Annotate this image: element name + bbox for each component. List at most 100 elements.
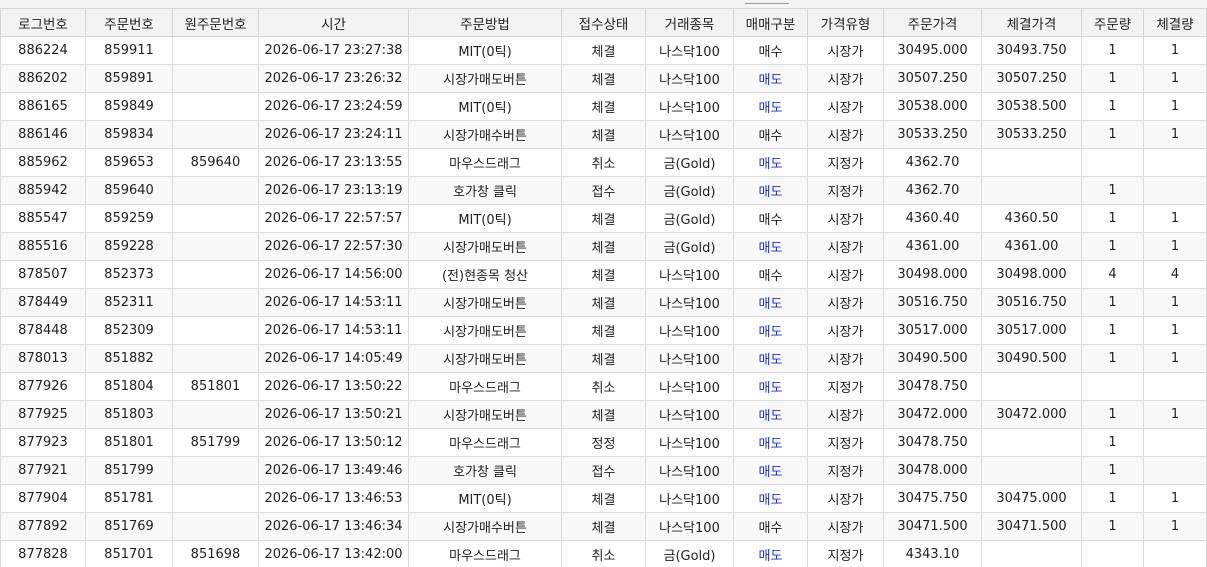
cell-fill-price: 30472.000 xyxy=(981,400,1082,429)
cell-time: 2026-06-17 14:56:00 xyxy=(258,260,409,289)
cell-fill-price xyxy=(981,456,1082,485)
col-header-original-order-no[interactable]: 원주문번호 xyxy=(172,8,259,37)
cell-original-order-no xyxy=(172,512,259,541)
cell-order-qty: 1 xyxy=(1081,92,1144,121)
table-row[interactable]: 877892 851769 2026-06-17 13:46:34 시장가매수버튼 체결… xyxy=(0,512,1207,541)
cell-log-no: 877923 xyxy=(0,428,86,457)
cell-fill-price: 30507.250 xyxy=(981,64,1082,93)
cell-order-no: 851803 xyxy=(85,400,173,429)
col-header-order-qty[interactable]: 주문량 xyxy=(1081,8,1144,37)
splitter-handle[interactable] xyxy=(745,0,789,4)
order-log-grid: 로그번호 주문번호 원주문번호 시간 주문방법 접수상태 거래종목 매매구분 가… xyxy=(0,8,1207,567)
cell-log-no: 877904 xyxy=(0,484,86,513)
cell-side: 매수 xyxy=(733,260,808,289)
cell-order-method: 시장가매도버튼 xyxy=(408,400,562,429)
table-row[interactable]: 886202 859891 2026-06-17 23:26:32 시장가매도버튼 체결… xyxy=(0,64,1207,93)
cell-original-order-no: 851801 xyxy=(172,372,259,401)
table-row[interactable]: 877926 851804 851801 2026-06-17 13:50:22 마우스… xyxy=(0,372,1207,401)
col-header-fill-qty[interactable]: 체결량 xyxy=(1143,8,1207,37)
cell-fill-price: 4361.00 xyxy=(981,232,1082,261)
cell-order-price: 30517.000 xyxy=(883,316,982,345)
cell-log-no: 886165 xyxy=(0,92,86,121)
table-row[interactable]: 886165 859849 2026-06-17 23:24:59 MIT(0틱) 체결… xyxy=(0,92,1207,121)
cell-order-no: 859849 xyxy=(85,92,173,121)
table-row[interactable]: 877921 851799 2026-06-17 13:49:46 호가창 클릭 접수 나… xyxy=(0,456,1207,485)
col-header-fill-price[interactable]: 체결가격 xyxy=(981,8,1082,37)
table-row[interactable]: 877925 851803 2026-06-17 13:50:21 시장가매도버튼 체결… xyxy=(0,400,1207,429)
cell-status: 체결 xyxy=(561,232,646,261)
cell-instrument: 나스닥100 xyxy=(645,120,734,149)
cell-time: 2026-06-17 23:13:55 xyxy=(258,148,409,177)
cell-order-qty: 1 xyxy=(1081,344,1144,373)
cell-fill-price: 30517.000 xyxy=(981,316,1082,345)
cell-order-qty: 1 xyxy=(1081,232,1144,261)
col-header-order-no[interactable]: 주문번호 xyxy=(85,8,173,37)
table-row[interactable]: 878013 851882 2026-06-17 14:05:49 시장가매도버튼 체결… xyxy=(0,344,1207,373)
col-header-time[interactable]: 시간 xyxy=(258,8,409,37)
cell-order-qty: 1 xyxy=(1081,400,1144,429)
table-row[interactable]: 878507 852373 2026-06-17 14:56:00 (전)현종목 청산… xyxy=(0,260,1207,289)
table-row[interactable]: 877828 851701 851698 2026-06-17 13:42:00 마우스… xyxy=(0,540,1207,567)
table-row[interactable]: 885516 859228 2026-06-17 22:57:30 시장가매도버튼 체결… xyxy=(0,232,1207,261)
cell-fill-qty: 1 xyxy=(1143,232,1207,261)
cell-status: 체결 xyxy=(561,260,646,289)
col-header-side[interactable]: 매매구분 xyxy=(733,8,808,37)
cell-order-price: 30478.000 xyxy=(883,456,982,485)
cell-status: 접수 xyxy=(561,176,646,205)
cell-instrument: 나스닥100 xyxy=(645,64,734,93)
cell-time: 2026-06-17 13:49:46 xyxy=(258,456,409,485)
cell-order-qty xyxy=(1081,148,1144,177)
cell-order-price: 30533.250 xyxy=(883,120,982,149)
table-row[interactable]: 878448 852309 2026-06-17 14:53:11 시장가매도버튼 체결… xyxy=(0,316,1207,345)
cell-time: 2026-06-17 23:13:19 xyxy=(258,176,409,205)
cell-status: 접수 xyxy=(561,456,646,485)
col-header-order-method[interactable]: 주문방법 xyxy=(408,8,562,37)
cell-time: 2026-06-17 13:46:53 xyxy=(258,484,409,513)
cell-original-order-no xyxy=(172,92,259,121)
table-row[interactable]: 878449 852311 2026-06-17 14:53:11 시장가매도버튼 체결… xyxy=(0,288,1207,317)
cell-time: 2026-06-17 13:50:22 xyxy=(258,372,409,401)
cell-log-no: 878507 xyxy=(0,260,86,289)
cell-order-method: 호가창 클릭 xyxy=(408,176,562,205)
cell-order-no: 851701 xyxy=(85,540,173,567)
col-header-status[interactable]: 접수상태 xyxy=(561,8,646,37)
cell-order-method: 마우스드래그 xyxy=(408,148,562,177)
col-header-order-price[interactable]: 주문가격 xyxy=(883,8,982,37)
col-header-price-type[interactable]: 가격유형 xyxy=(807,8,884,37)
table-row[interactable]: 886146 859834 2026-06-17 23:24:11 시장가매수버튼 체결… xyxy=(0,120,1207,149)
cell-fill-qty xyxy=(1143,148,1207,177)
table-row[interactable]: 885962 859653 859640 2026-06-17 23:13:55 마우스… xyxy=(0,148,1207,177)
table-row[interactable]: 877904 851781 2026-06-17 13:46:53 MIT(0틱) 체결… xyxy=(0,484,1207,513)
cell-order-price: 30490.500 xyxy=(883,344,982,373)
cell-order-method: 마우스드래그 xyxy=(408,428,562,457)
cell-original-order-no: 851698 xyxy=(172,540,259,567)
cell-fill-qty: 1 xyxy=(1143,400,1207,429)
cell-fill-price: 30516.750 xyxy=(981,288,1082,317)
cell-order-method: 마우스드래그 xyxy=(408,540,562,567)
cell-price-type: 시장가 xyxy=(807,400,884,429)
table-row[interactable]: 877923 851801 851799 2026-06-17 13:50:12 마우스… xyxy=(0,428,1207,457)
cell-log-no: 886224 xyxy=(0,36,86,65)
cell-order-qty: 1 xyxy=(1081,120,1144,149)
cell-order-price: 30475.750 xyxy=(883,484,982,513)
cell-fill-qty: 1 xyxy=(1143,316,1207,345)
cell-side: 매수 xyxy=(733,204,808,233)
cell-log-no: 878448 xyxy=(0,316,86,345)
cell-time: 2026-06-17 14:53:11 xyxy=(258,288,409,317)
cell-price-type: 지정가 xyxy=(807,148,884,177)
cell-log-no: 877828 xyxy=(0,540,86,567)
cell-log-no: 877925 xyxy=(0,400,86,429)
col-header-instrument[interactable]: 거래종목 xyxy=(645,8,734,37)
cell-original-order-no: 851799 xyxy=(172,428,259,457)
cell-side: 매도 xyxy=(733,288,808,317)
col-header-log-no[interactable]: 로그번호 xyxy=(0,8,86,37)
table-row[interactable]: 885942 859640 2026-06-17 23:13:19 호가창 클릭 접수 금… xyxy=(0,176,1207,205)
cell-original-order-no xyxy=(172,400,259,429)
cell-time: 2026-06-17 14:05:49 xyxy=(258,344,409,373)
cell-side: 매수 xyxy=(733,36,808,65)
table-row[interactable]: 886224 859911 2026-06-17 23:27:38 MIT(0틱) 체결… xyxy=(0,36,1207,65)
table-row[interactable]: 885547 859259 2026-06-17 22:57:57 MIT(0틱) 체결… xyxy=(0,204,1207,233)
cell-log-no: 886202 xyxy=(0,64,86,93)
cell-original-order-no xyxy=(172,64,259,93)
cell-order-method: 시장가매도버튼 xyxy=(408,232,562,261)
